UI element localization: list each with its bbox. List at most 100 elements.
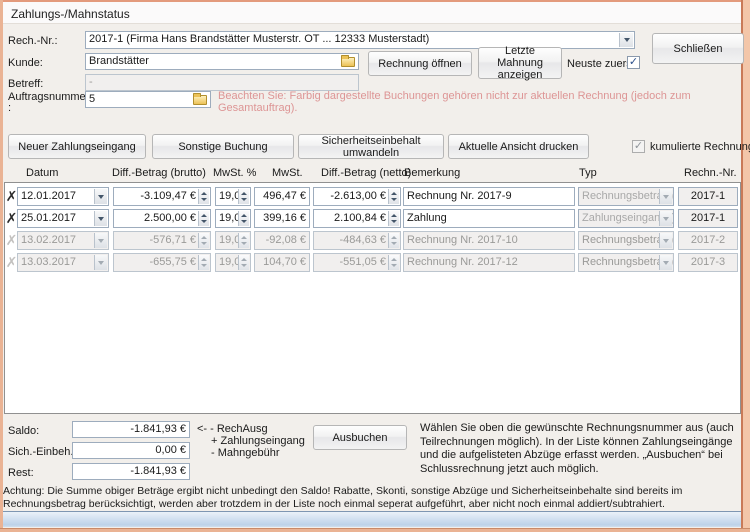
table-row: ✗ 12.01.2017 -3.109,47 € 19,00 496,47 € …	[5, 187, 740, 206]
auftragsnummer-field-value: 5	[89, 93, 95, 105]
spinner-buttons[interactable]	[388, 211, 399, 226]
chevron-down-icon	[98, 239, 104, 243]
mwst-pct-spinner[interactable]: 19,00	[215, 187, 251, 206]
spin-down-icon	[201, 264, 207, 267]
chevron-down-icon	[663, 261, 669, 265]
rechnr-dropdown-button[interactable]	[619, 33, 633, 47]
auftragsnummer-field[interactable]: 5	[85, 91, 211, 108]
date-dropdown-button[interactable]	[94, 189, 107, 204]
spinner-buttons[interactable]	[238, 189, 249, 204]
chevron-down-icon	[663, 195, 669, 199]
spinner-buttons	[198, 255, 209, 270]
spin-down-icon	[201, 220, 207, 223]
date-combobox[interactable]: 25.01.2017	[17, 209, 109, 228]
spinner-buttons	[388, 233, 399, 248]
bemerkung-field[interactable]: Zahlung	[403, 209, 575, 228]
rechn-nr-field: 2017-1	[678, 187, 738, 206]
ausbuchen-button[interactable]: Ausbuchen	[313, 425, 407, 450]
mwst-value: 104,70 €	[263, 256, 306, 268]
date-combobox[interactable]: 12.01.2017	[17, 187, 109, 206]
date-value: 12.01.2017	[21, 190, 76, 202]
brutto-spinner[interactable]: -3.109,47 €	[113, 187, 211, 206]
spinner-buttons[interactable]	[238, 211, 249, 226]
date-combobox: 13.03.2017	[17, 253, 109, 272]
brutto-value: -576,71 €	[150, 234, 196, 246]
newest-first-checkbox[interactable]: ✓	[627, 56, 640, 69]
table-row: ✗ 13.02.2017 -576,71 € 19,00 -92,08 € -4…	[5, 231, 740, 250]
bemerkung-value: Rechnung Nr. 2017-12	[407, 256, 518, 268]
delete-row-icon[interactable]: ✗	[6, 188, 17, 205]
mwst-field: -92,08 €	[254, 231, 310, 250]
mwst-pct-spinner: 19,00	[215, 253, 251, 272]
chevron-down-icon	[98, 195, 104, 199]
rechnr-combobox-value: 2017-1 (Firma Hans Brandstätter Musterst…	[89, 33, 429, 45]
spin-up-icon	[241, 236, 247, 239]
netto-value: 2.100,84 €	[334, 212, 386, 224]
header-mwst-pct: MwSt. %	[213, 167, 256, 179]
rest-value: -1.841,93 €	[130, 465, 186, 477]
mwst-pct-spinner[interactable]: 19,00	[215, 209, 251, 228]
kunde-field-value: Brandstätter	[89, 55, 149, 67]
betreff-field-value: -	[89, 76, 93, 88]
bemerkung-value: Rechnung Nr. 2017-10	[407, 234, 518, 246]
folder-open-icon[interactable]	[341, 57, 355, 67]
convert-retention-button[interactable]: Sicherheitseinbehalt umwandeln	[298, 134, 444, 159]
hint-text: Wählen Sie oben die gewünschte Rechnungs…	[420, 422, 744, 476]
color-notice-text: Beachten Sie: Farbig dargestellte Buchun…	[218, 91, 748, 114]
spin-down-icon	[241, 242, 247, 245]
chevron-down-icon	[98, 217, 104, 221]
spinner-buttons[interactable]	[388, 189, 399, 204]
table-row: ✗ 25.01.2017 2.500,00 € 19,00 399,16 € 2…	[5, 209, 740, 228]
folder-open-icon[interactable]	[193, 95, 207, 105]
rechn-nr-value: 2017-3	[691, 256, 725, 268]
spinner-buttons	[388, 255, 399, 270]
spin-up-icon	[201, 258, 207, 261]
mwst-field: 104,70 €	[254, 253, 310, 272]
spin-up-icon	[201, 192, 207, 195]
spin-up-icon	[241, 214, 247, 217]
spin-down-icon	[241, 220, 247, 223]
rechn-nr-value: 2017-2	[691, 234, 725, 246]
rest-label: Rest:	[8, 467, 34, 479]
chevron-down-icon	[98, 261, 104, 265]
close-button[interactable]: Schließen	[652, 33, 744, 64]
header-typ: Typ	[579, 167, 597, 179]
brutto-value: -655,75 €	[150, 256, 196, 268]
bemerkung-field[interactable]: Rechnung Nr. 2017-9	[403, 187, 575, 206]
typ-dropdown: Rechnungsbetrag (-)	[578, 253, 674, 272]
spin-up-icon	[391, 214, 397, 217]
spin-down-icon	[201, 242, 207, 245]
cumulative-invoice-label: kumulierte Rechnung	[650, 141, 750, 153]
spinner-buttons[interactable]	[198, 189, 209, 204]
header-brutto: Diff.-Betrag (brutto)	[112, 167, 206, 179]
auftragsnummer-label: Auftragsnummer	[8, 91, 89, 103]
print-view-button[interactable]: Aktuelle Ansicht drucken	[448, 134, 589, 159]
date-value: 25.01.2017	[21, 212, 76, 224]
delete-row-icon[interactable]: ✗	[6, 210, 17, 227]
bemerkung-field: Rechnung Nr. 2017-12	[403, 253, 575, 272]
title-bar: Zahlungs-/Mahnstatus	[3, 2, 741, 24]
brutto-spinner[interactable]: 2.500,00 €	[113, 209, 211, 228]
spin-down-icon	[391, 264, 397, 267]
netto-spinner[interactable]: -2.613,00 €	[313, 187, 401, 206]
rechn-nr-field: 2017-2	[678, 231, 738, 250]
typ-dropdown-button	[659, 189, 672, 204]
open-invoice-button[interactable]: Rechnung öffnen	[368, 51, 472, 76]
spinner-buttons[interactable]	[198, 211, 209, 226]
new-payment-button[interactable]: Neuer Zahlungseingang	[8, 134, 146, 159]
header-netto: Diff.-Betrag (netto)	[321, 167, 411, 179]
last-reminder-button[interactable]: Letzte Mahnung anzeigen	[478, 47, 562, 79]
saldo-field: -1.841,93 €	[72, 421, 190, 438]
netto-spinner[interactable]: 2.100,84 €	[313, 209, 401, 228]
date-value: 13.02.2017	[21, 234, 76, 246]
rechnr-label: Rech.-Nr.:	[8, 35, 58, 47]
spin-down-icon	[391, 198, 397, 201]
delete-row-icon: ✗	[6, 254, 17, 271]
betreff-label: Betreff:	[8, 78, 43, 90]
date-dropdown-button[interactable]	[94, 211, 107, 226]
spin-up-icon	[241, 258, 247, 261]
kunde-field[interactable]: Brandstätter	[85, 53, 359, 70]
rechn-nr-field: 2017-3	[678, 253, 738, 272]
other-booking-button[interactable]: Sonstige Buchung	[152, 134, 294, 159]
brutto-spinner: -576,71 €	[113, 231, 211, 250]
